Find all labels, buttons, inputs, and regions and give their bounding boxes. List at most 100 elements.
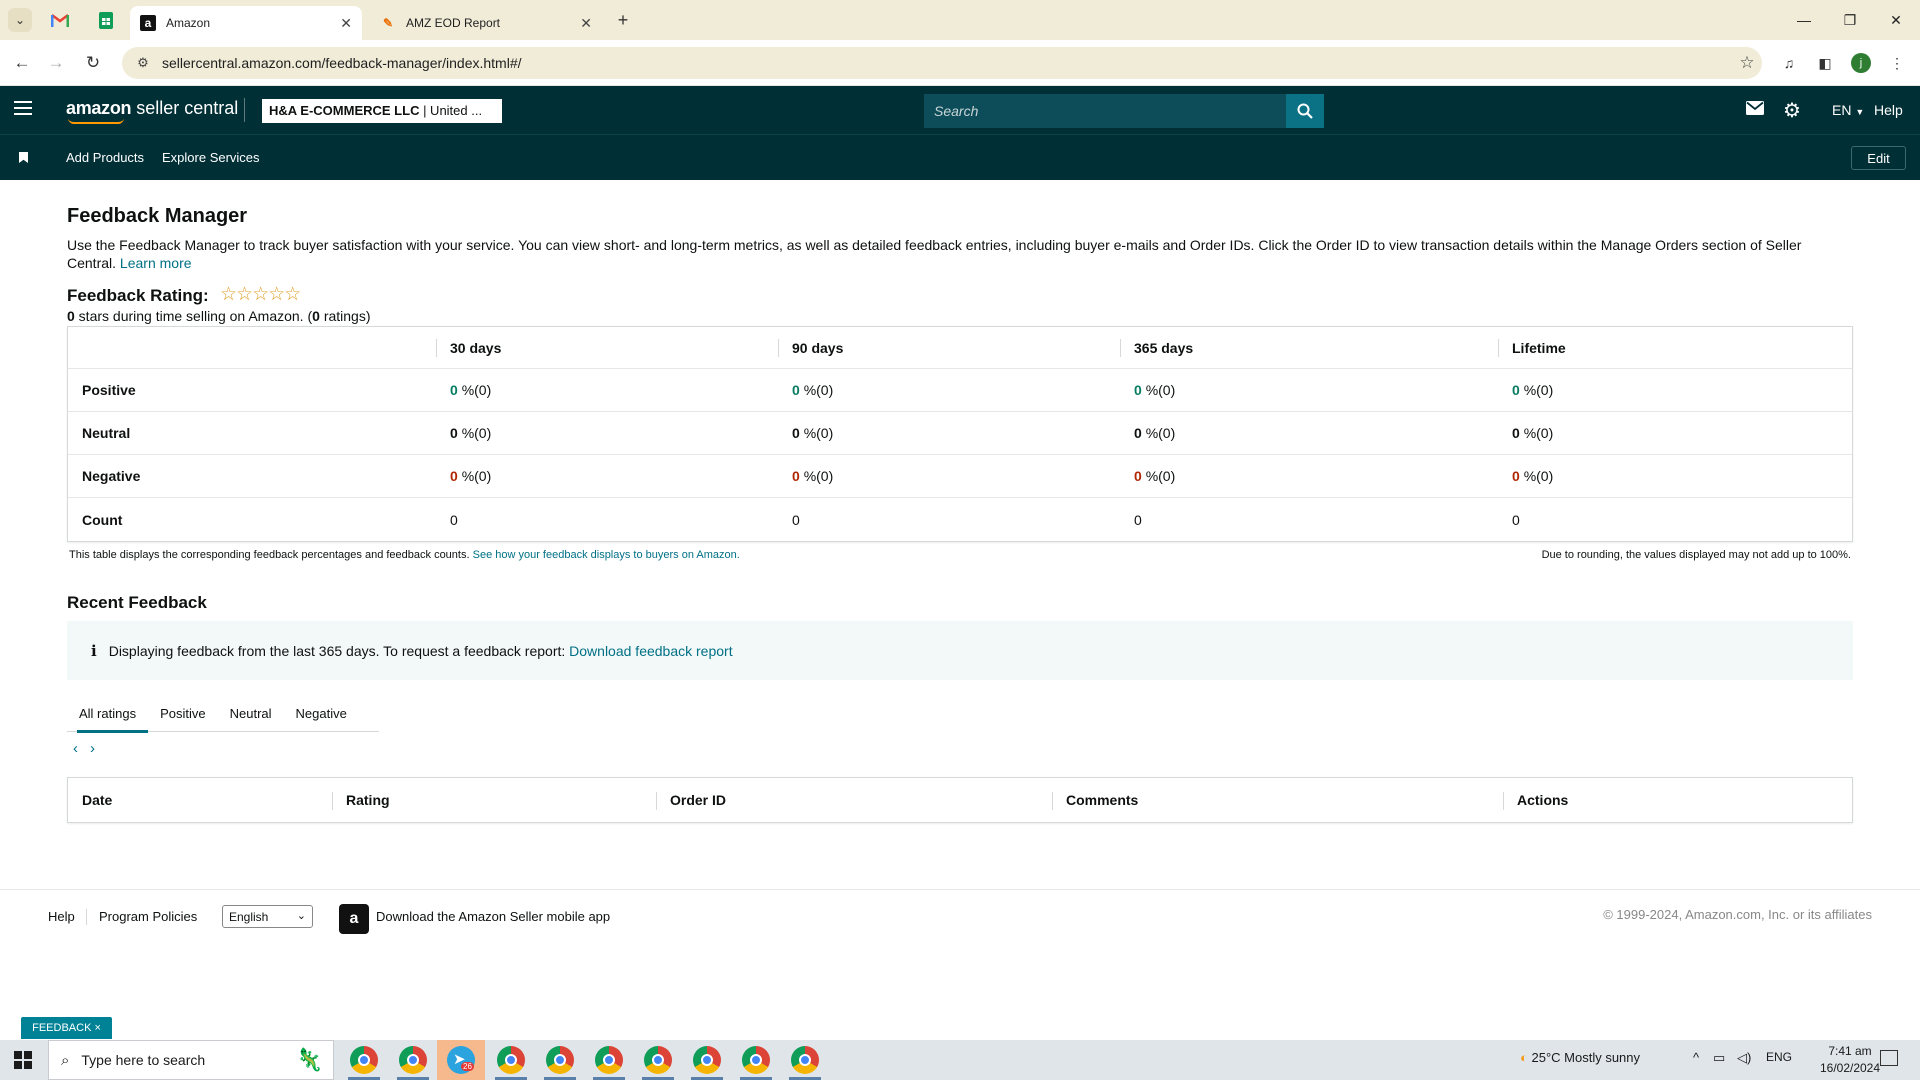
browser-menu-icon[interactable]: ⋮	[1884, 50, 1910, 76]
chrome-taskbar-icon[interactable]	[399, 1046, 427, 1074]
chrome-taskbar-icon[interactable]	[595, 1046, 623, 1074]
notifications-icon[interactable]	[1880, 1050, 1898, 1066]
metric-count: %(0)	[1523, 382, 1554, 398]
column-header-order-id[interactable]: Order ID	[656, 778, 1052, 822]
footer-help-link[interactable]: Help	[48, 909, 75, 924]
url-text[interactable]: sellercentral.amazon.com/feedback-manage…	[162, 55, 1732, 71]
amazon-app-icon[interactable]: a	[339, 904, 369, 934]
new-tab-button[interactable]: +	[611, 8, 635, 32]
metric-cell: 0 %(0)	[1120, 455, 1498, 497]
column-header-comments[interactable]: Comments	[1052, 778, 1503, 822]
footer-program-policies-link[interactable]: Program Policies	[99, 909, 197, 924]
tab-all-ratings[interactable]: All ratings	[67, 696, 149, 733]
nav-explore-services[interactable]: Explore Services	[162, 150, 260, 165]
minimize-button[interactable]: —	[1781, 0, 1827, 40]
amazon-seller-central-logo[interactable]: amazon seller central	[66, 98, 238, 124]
rating-summary: 0 stars during time selling on Amazon. (…	[67, 308, 371, 324]
gmail-pinned-tab[interactable]	[46, 8, 74, 32]
download-app-link[interactable]: Download the Amazon Seller mobile app	[376, 909, 610, 924]
back-arrow-icon[interactable]: ←	[9, 50, 35, 76]
close-tab-icon[interactable]: ✕	[580, 15, 592, 32]
chevron-left-icon[interactable]: ‹	[73, 740, 78, 757]
account-switcher[interactable]: H&A E-COMMERCE LLC | United ...	[262, 99, 502, 123]
edit-bookmarks-button[interactable]: Edit	[1851, 146, 1906, 170]
learn-more-link[interactable]: Learn more	[120, 255, 192, 271]
tab-search-icon[interactable]: ⌄	[8, 8, 32, 32]
column-header: 30 days	[436, 327, 778, 368]
settings-gear-icon[interactable]: ⚙	[1783, 98, 1801, 123]
tab-positive[interactable]: Positive	[148, 696, 218, 732]
weather-widget[interactable]: ◐ 25°C Mostly sunny	[1520, 1050, 1640, 1065]
forward-arrow-icon[interactable]: →	[43, 50, 69, 76]
metric-cell: 0 %(0)	[436, 412, 778, 454]
close-tab-icon[interactable]: ✕	[340, 15, 352, 32]
address-bar[interactable]: ⚙ sellercentral.amazon.com/feedback-mana…	[122, 47, 1762, 79]
column-header-rating[interactable]: Rating	[332, 778, 656, 822]
metrics-corner-cell	[68, 327, 436, 368]
volume-icon[interactable]: ◁)	[1737, 1050, 1751, 1066]
search-highlight-icon: 🦎	[295, 1047, 323, 1072]
restore-button[interactable]: ❐	[1827, 0, 1873, 40]
rating-summary-suffix: ratings)	[319, 308, 371, 324]
chrome-taskbar-icon[interactable]	[791, 1046, 819, 1074]
taskbar-search-input[interactable]: ⌕ Type here to search 🦎	[48, 1040, 334, 1080]
rounding-note: Due to rounding, the values displayed ma…	[1541, 549, 1851, 561]
metric-value: 0	[1134, 425, 1142, 441]
tab-neutral[interactable]: Neutral	[218, 696, 284, 732]
gmail-icon	[51, 14, 69, 27]
chrome-taskbar-icon[interactable]	[742, 1046, 770, 1074]
sheets-pinned-tab[interactable]	[92, 8, 120, 32]
info-text: Displaying feedback from the last 365 da…	[108, 642, 566, 659]
media-control-icon[interactable]: ♫	[1776, 50, 1802, 76]
tab-amazon[interactable]: a Amazon ✕	[130, 6, 362, 40]
network-icon[interactable]: ▭	[1713, 1050, 1725, 1066]
chevron-right-icon[interactable]: ›	[90, 740, 95, 757]
download-feedback-report-link[interactable]: Download feedback report	[569, 643, 732, 659]
rating-count: 0	[312, 308, 320, 324]
tab-amz-eod-report[interactable]: ✎ AMZ EOD Report ✕	[370, 6, 602, 40]
feedback-widget-button[interactable]: FEEDBACK ×	[21, 1017, 112, 1039]
windows-taskbar: ⌕ Type here to search 🦎 ➤ 26 ◐ 25°C Mostl…	[0, 1040, 1920, 1080]
chrome-taskbar-icon[interactable]	[350, 1046, 378, 1074]
footer-language-select[interactable]: English ⌄	[222, 905, 313, 928]
metric-value: 0	[1512, 425, 1520, 441]
hamburger-menu-icon[interactable]	[14, 101, 32, 119]
info-icon: i	[91, 641, 97, 660]
side-panel-icon[interactable]: ◧	[1812, 50, 1838, 76]
profile-avatar[interactable]: j	[1848, 50, 1874, 76]
metric-value: 0	[792, 425, 800, 441]
metric-count: %(0)	[803, 468, 834, 484]
seller-search-input[interactable]: Search	[924, 94, 1286, 128]
row-label: Neutral	[82, 425, 131, 441]
reload-icon[interactable]: ↻	[80, 50, 106, 76]
telegram-taskbar-icon[interactable]: ➤ 26	[447, 1046, 475, 1074]
telegram-unread-badge: 26	[461, 1062, 474, 1071]
chrome-taskbar-icon[interactable]	[644, 1046, 672, 1074]
nav-add-products[interactable]: Add Products	[66, 150, 144, 165]
mail-icon[interactable]	[1746, 100, 1764, 120]
windows-start-icon[interactable]	[14, 1051, 32, 1069]
search-button[interactable]	[1286, 94, 1324, 128]
page-footer: Help Program Policies English ⌄ a Downlo…	[0, 889, 1920, 1039]
bookmark-icon[interactable]	[19, 152, 28, 163]
input-language[interactable]: ENG	[1766, 1050, 1792, 1064]
intro-body: Use the Feedback Manager to track buyer …	[67, 237, 1802, 271]
metric-count: %(0)	[461, 468, 492, 484]
row-label: Count	[82, 511, 123, 528]
bookmark-star-icon[interactable]: ☆	[1732, 53, 1762, 73]
feedback-display-link[interactable]: See how your feedback displays to buyers…	[473, 549, 740, 561]
column-header-date[interactable]: Date	[68, 778, 332, 822]
table-note-text: This table displays the corresponding fe…	[69, 549, 470, 561]
close-window-button[interactable]: ✕	[1873, 0, 1919, 40]
site-info-icon[interactable]: ⚙	[128, 55, 158, 71]
metric-cell: 0 %(0)	[1498, 412, 1852, 454]
chrome-taskbar-icon[interactable]	[497, 1046, 525, 1074]
tray-overflow-icon[interactable]: ^	[1693, 1050, 1699, 1065]
rating-value: 0	[67, 308, 75, 324]
language-selector[interactable]: EN ▼	[1832, 102, 1864, 118]
header-divider	[244, 98, 245, 122]
tab-negative[interactable]: Negative	[284, 696, 359, 732]
chrome-taskbar-icon[interactable]	[546, 1046, 574, 1074]
help-link[interactable]: Help	[1874, 102, 1903, 118]
chrome-taskbar-icon[interactable]	[693, 1046, 721, 1074]
